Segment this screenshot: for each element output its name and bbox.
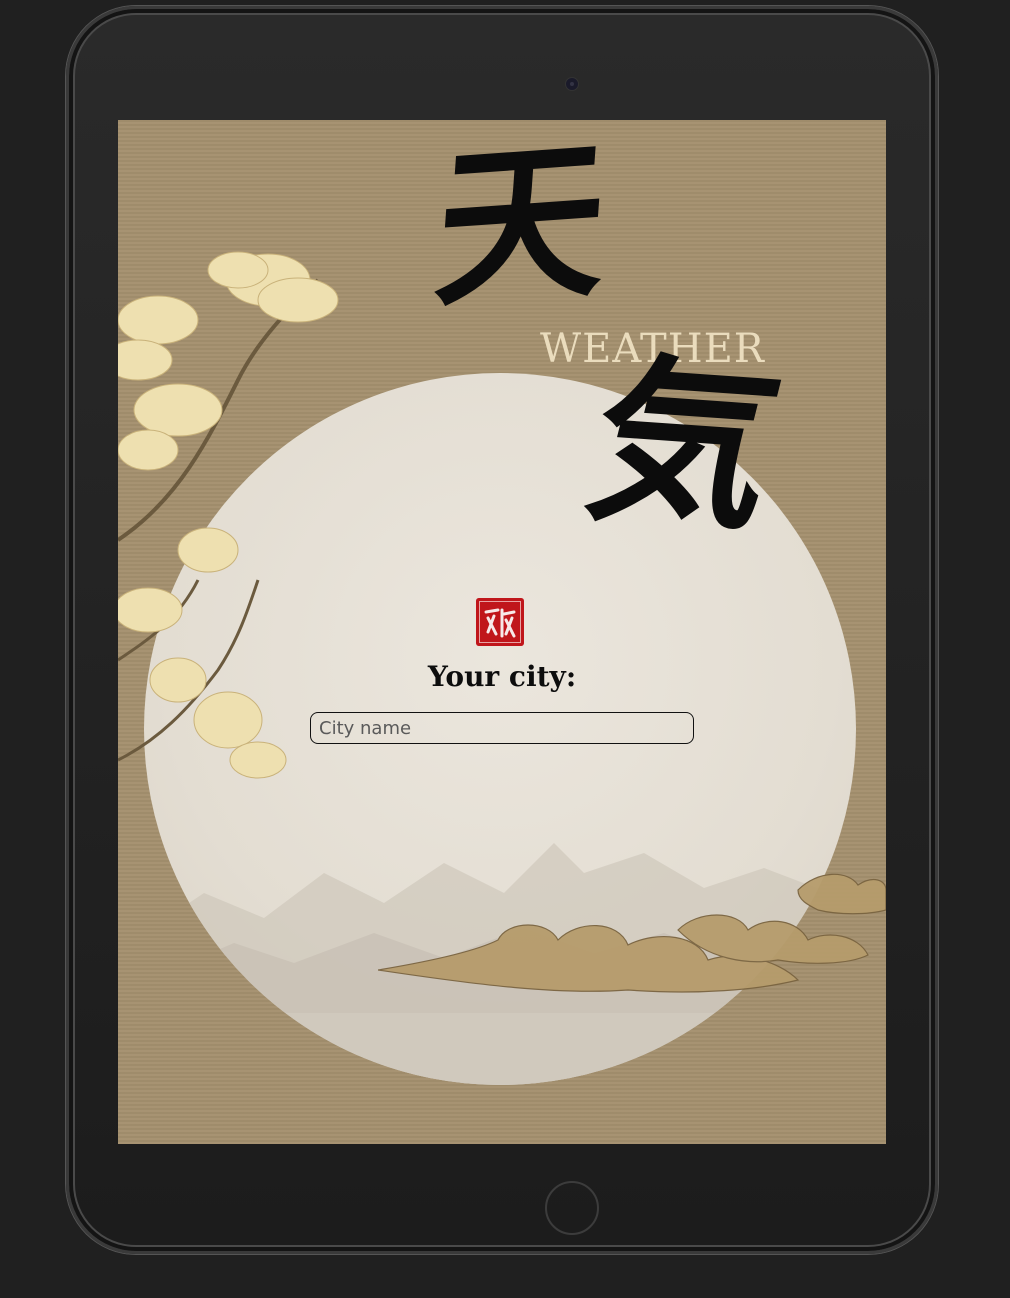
- title-kanji-sky: 天: [429, 120, 613, 332]
- city-label: Your city:: [427, 660, 577, 693]
- app-screen: 天 WEATHER 気 Your city:: [118, 120, 886, 1144]
- home-button[interactable]: [545, 1181, 599, 1235]
- front-camera-icon: [565, 77, 579, 91]
- red-stamp-seal-icon: [476, 598, 524, 646]
- golden-clouds-illustration: [378, 873, 886, 993]
- city-input[interactable]: [310, 712, 694, 744]
